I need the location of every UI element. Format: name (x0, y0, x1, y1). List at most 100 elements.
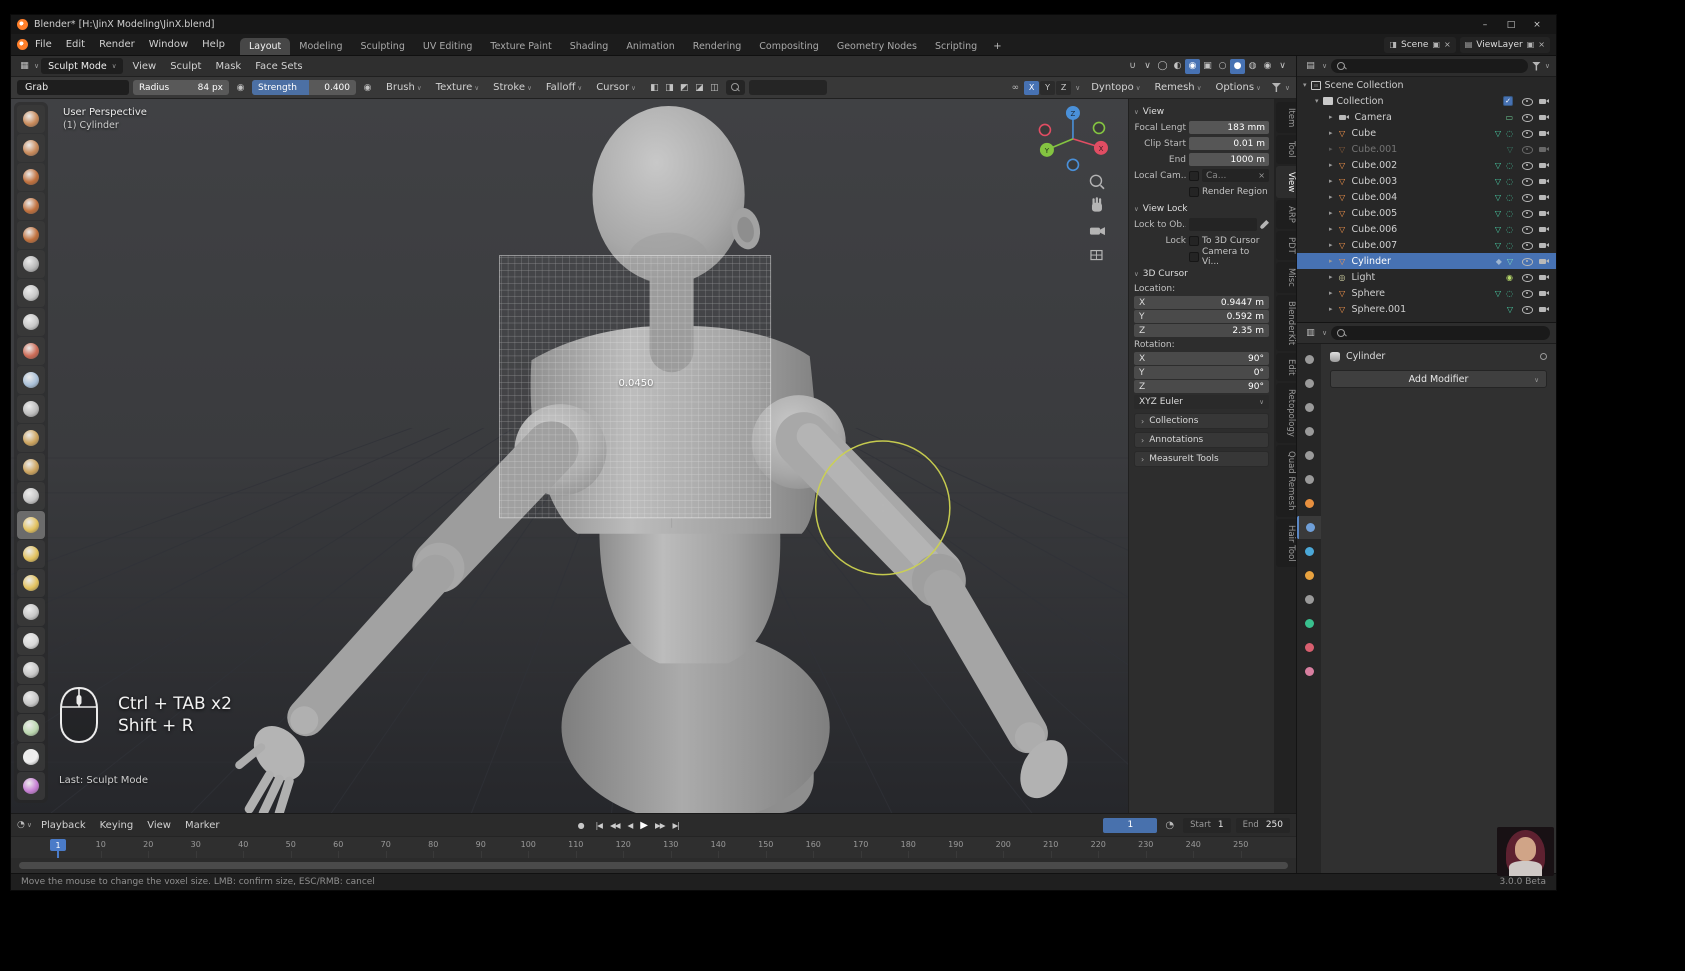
pan-hand-icon[interactable] (1092, 197, 1102, 211)
transport-prev-keyframe-button[interactable]: ◀◀ (606, 821, 624, 830)
view-layer-tab[interactable] (1297, 420, 1321, 443)
tool-slide-relax[interactable] (17, 714, 45, 742)
symmetry-x-toggle[interactable]: X (1024, 81, 1039, 95)
npanel-tab-view[interactable]: View (1276, 166, 1296, 198)
npanel-tab-tool[interactable]: Tool (1276, 135, 1296, 164)
disable-in-renders-toggle[interactable] (1539, 192, 1551, 203)
gizmo-icon[interactable]: ◐ (1170, 59, 1185, 74)
hide-in-viewport-toggle[interactable] (1521, 208, 1533, 219)
tool-smooth[interactable] (17, 366, 45, 394)
workspace-tab-uv-editing[interactable]: UV Editing (414, 38, 482, 55)
shading-rendered-icon[interactable]: ◉ (1260, 59, 1275, 74)
outliner-item-cube[interactable]: ▸▽Cube▽◌ (1297, 125, 1556, 141)
field-focal-lengt[interactable]: 183 mm (1189, 121, 1269, 134)
menu-edit[interactable]: Edit (59, 39, 92, 50)
hide-in-viewport-toggle[interactable] (1521, 128, 1533, 139)
shading-solid-icon[interactable]: ● (1230, 59, 1245, 74)
scene-selector[interactable]: ◨ Scene ▣ × (1384, 37, 1455, 53)
cursor-location-y-field[interactable]: Y0.592 m (1134, 310, 1269, 323)
tool-mask[interactable] (17, 743, 45, 771)
magnet-icon[interactable]: ∪ (1125, 59, 1140, 74)
filter-funnel-icon[interactable] (1272, 83, 1281, 92)
transport-next-keyframe-button[interactable]: ▶▶ (651, 821, 669, 830)
workspace-tab-shading[interactable]: Shading (561, 38, 618, 55)
outliner-item-sphere-001[interactable]: ▸▽Sphere.001▽ (1297, 301, 1556, 317)
filter-dropdown-icon[interactable]: ∨ (1285, 84, 1290, 92)
tool-annotate[interactable] (17, 772, 45, 800)
blender-menu-icon[interactable] (17, 39, 28, 50)
shading-dropdown[interactable]: ∨ (1275, 59, 1290, 74)
front-faces-only-icon[interactable]: ◩ (677, 80, 692, 95)
menu-window[interactable]: Window (142, 39, 195, 50)
tool-flatten[interactable] (17, 395, 45, 423)
npanel-tab-edit[interactable]: Edit (1276, 353, 1296, 381)
expand-icon[interactable]: ▸ (1329, 129, 1333, 137)
title-bar[interactable]: Blender* [H:\JinX Modeling\JinX.blend] –… (11, 15, 1556, 34)
lock-to-3d-cursor-checkbox[interactable] (1189, 236, 1199, 246)
render-region-checkbox[interactable] (1189, 187, 1199, 197)
cursor-location-z-field[interactable]: Z2.35 m (1134, 324, 1269, 337)
tool-snake-hook[interactable] (17, 569, 45, 597)
outliner-item-cube-006[interactable]: ▸▽Cube.006▽◌ (1297, 221, 1556, 237)
strength-slider[interactable]: Strength0.400 (252, 80, 356, 95)
physics-tab[interactable] (1297, 564, 1321, 587)
camera-view-icon[interactable] (1090, 227, 1105, 235)
hide-in-viewport-toggle[interactable] (1521, 256, 1533, 267)
menu-render[interactable]: Render (92, 39, 142, 50)
npanel-tab-quad-remesh[interactable]: Quad Remesh (1276, 445, 1296, 516)
frame-start-field[interactable]: Start1 (1183, 818, 1231, 833)
hide-in-viewport-toggle[interactable] (1521, 160, 1533, 171)
world-tab[interactable] (1297, 468, 1321, 491)
expand-icon[interactable]: ▸ (1329, 177, 1333, 185)
tool-layer[interactable] (17, 250, 45, 278)
disable-in-renders-toggle[interactable] (1539, 304, 1551, 315)
new-scene-icon[interactable]: ▣ (1432, 40, 1440, 49)
expand-icon[interactable]: ▸ (1329, 161, 1333, 169)
symmetry-z-toggle[interactable]: Z (1056, 81, 1071, 95)
current-frame-field[interactable]: 1 (1103, 818, 1157, 833)
tool-pose[interactable] (17, 627, 45, 655)
tool-grab[interactable] (17, 511, 45, 539)
tool-menu-stroke[interactable]: Stroke (486, 82, 539, 93)
editor-type-dropdown-icon[interactable]: ∨ (34, 62, 39, 70)
object-tab[interactable] (1297, 492, 1321, 515)
material-tab[interactable] (1297, 636, 1321, 659)
minimize-button[interactable]: – (1472, 20, 1498, 30)
proportional-edit-icon[interactable]: ◯ (1155, 59, 1170, 74)
auto-key-toggle[interactable]: ● (578, 821, 585, 830)
tool-menu-falloff[interactable]: Falloff (539, 82, 589, 93)
cursor-rotation-y-field[interactable]: Y0° (1134, 366, 1269, 379)
radius-pressure-toggle[interactable]: ◉ (233, 80, 248, 95)
texture-tab[interactable] (1297, 660, 1321, 683)
expand-icon[interactable]: ▸ (1329, 209, 1333, 217)
npanel-tab-retopology[interactable]: Retopology (1276, 383, 1296, 443)
tool-tab[interactable] (1297, 348, 1321, 371)
expand-icon[interactable]: ▸ (1329, 193, 1333, 201)
outliner-filter-icon[interactable] (1532, 62, 1541, 71)
properties-editor-icon[interactable]: ▥ (1303, 326, 1318, 341)
texture-slot-field[interactable] (749, 80, 827, 95)
expand-icon[interactable]: ▸ (1329, 113, 1333, 121)
hide-in-viewport-toggle[interactable] (1521, 112, 1533, 123)
tool-clay[interactable] (17, 163, 45, 191)
outliner-item-cube-003[interactable]: ▸▽Cube.003▽◌ (1297, 173, 1556, 189)
overlays-icon[interactable]: ◉ (1185, 59, 1200, 74)
workspace-tab-compositing[interactable]: Compositing (750, 38, 828, 55)
scene-tab[interactable] (1297, 444, 1321, 467)
workspace-tab-animation[interactable]: Animation (617, 38, 683, 55)
hide-in-viewport-toggle[interactable] (1521, 224, 1533, 235)
editor-type-icon[interactable]: ▦ (17, 59, 32, 74)
outliner-item-sphere[interactable]: ▸▽Sphere▽◌ (1297, 285, 1556, 301)
disable-in-renders-toggle[interactable] (1539, 96, 1551, 107)
tool-clay-strips[interactable] (17, 192, 45, 220)
viewport-menu-sculpt[interactable]: Sculpt (163, 61, 208, 72)
local-camera-field[interactable]: Ca... × (1202, 169, 1269, 182)
transport-jump-to-start-button[interactable]: |◀ (592, 821, 606, 830)
cursor-rotation-x-field[interactable]: X90° (1134, 352, 1269, 365)
hide-in-viewport-toggle[interactable] (1521, 192, 1533, 203)
viewport-menu-face-sets[interactable]: Face Sets (248, 61, 309, 72)
outliner-item-cube-005[interactable]: ▸▽Cube.005▽◌ (1297, 205, 1556, 221)
outliner-item-light[interactable]: ▸◎Light◉ (1297, 269, 1556, 285)
transport-jump-to-end-button[interactable]: ▶| (669, 821, 683, 830)
shading-material-icon[interactable]: ◍ (1245, 59, 1260, 74)
